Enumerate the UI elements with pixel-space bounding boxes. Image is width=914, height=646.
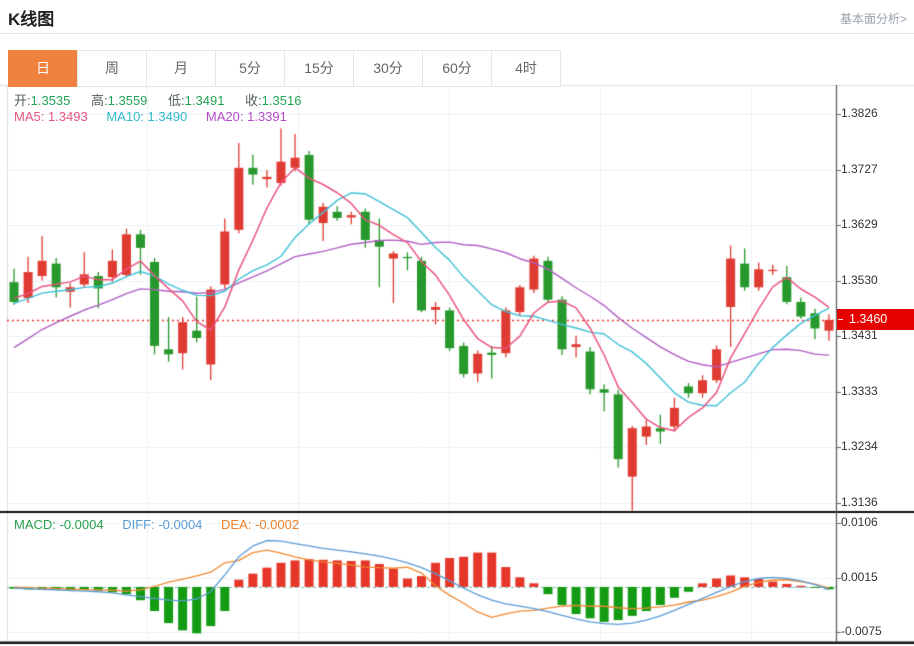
ma5-value: MA5: 1.3493 [14,109,88,124]
axis-tick-label: -0.0075 [841,624,882,638]
axis-tick-label: 1.3136 [841,495,878,509]
kline-widget: K线图 基本面分析> 日周月5分15分30分60分4时 开:1.3535 高:1… [0,0,914,646]
macd-legend: MACD: -0.0004 DIFF: -0.0004 DEA: -0.0002 [14,517,299,532]
axis-tick-label: 1.3333 [841,384,878,398]
page-title: K线图 [8,5,54,30]
ma20-value: MA20: 1.3391 [206,109,287,124]
close-value: 1.3516 [262,93,302,108]
tab-month[interactable]: 月 [146,50,216,87]
high-value: 1.3559 [108,93,148,108]
tab-30min[interactable]: 30分 [353,50,423,87]
header-divider [0,33,914,34]
tab-week[interactable]: 周 [77,50,147,87]
tab-15min[interactable]: 15分 [284,50,354,87]
axis-tick-label: 1.3629 [841,217,878,231]
macd-value: MACD: -0.0004 [14,517,104,532]
ma10-value: MA10: 1.3490 [106,109,187,124]
open-value: 1.3535 [31,93,71,108]
tab-5min[interactable]: 5分 [215,50,285,87]
ma-legend: MA5: 1.3493 MA10: 1.3490 MA20: 1.3391 [14,109,287,124]
low-label: 低: [168,93,185,108]
tab-60min[interactable]: 60分 [422,50,492,87]
ohlc-legend: 开:1.3535 高:1.3559 低:1.3491 收:1.3516 [14,90,318,109]
period-tab-bar: 日周月5分15分30分60分4时 [8,50,561,87]
axis-tick-label: 0.0106 [841,515,878,529]
close-label: 收: [245,93,262,108]
axis-tick-label: 1.3234 [841,439,878,453]
axis-tick-label: 1.3530 [841,273,878,287]
current-price-badge: 1.3460 [837,309,914,330]
open-label: 开: [14,93,31,108]
tab-4hour[interactable]: 4时 [491,50,561,87]
axis-tick-label: 1.3826 [841,106,878,120]
tab-day[interactable]: 日 [8,50,78,87]
diff-value: DIFF: -0.0004 [122,517,202,532]
dea-value: DEA: -0.0002 [221,517,299,532]
fundamental-analysis-link[interactable]: 基本面分析> [840,10,907,27]
high-label: 高: [91,93,108,108]
axis-tick-label: 0.0015 [841,570,878,584]
axis-tick-label: 1.3727 [841,162,878,176]
low-value: 1.3491 [185,93,225,108]
